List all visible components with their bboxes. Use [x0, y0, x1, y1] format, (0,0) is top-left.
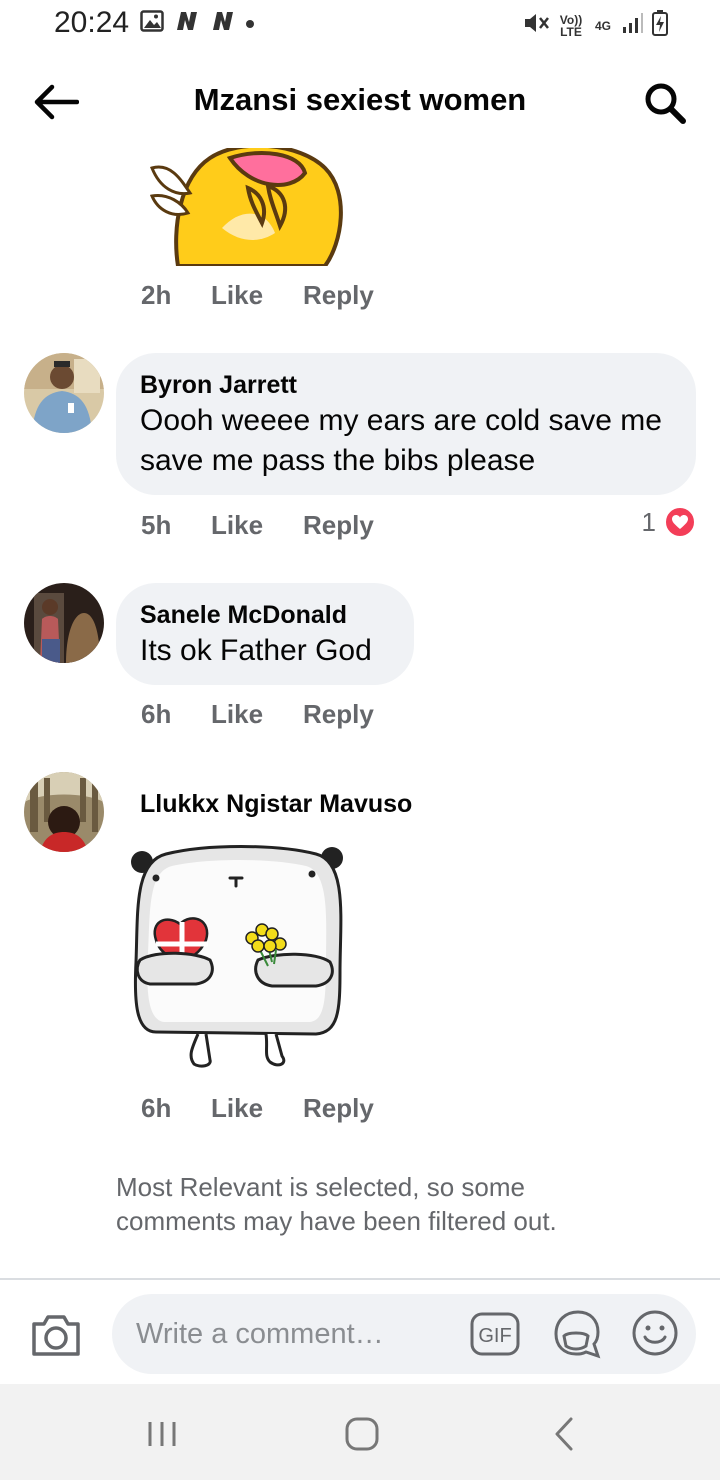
avatar[interactable] — [24, 772, 104, 852]
volte-indicator: Vo)) LTE — [559, 12, 583, 39]
comment-input[interactable] — [136, 1312, 466, 1356]
comment-time: 5h — [141, 510, 172, 540]
network-type-indicator: 4G — [594, 18, 611, 33]
comment-bubble[interactable]: Sanele McDonald Its ok Father God — [116, 583, 414, 685]
sticker-image[interactable] — [150, 148, 350, 266]
gif-button[interactable]: GIF — [470, 1312, 520, 1356]
reply-button[interactable]: Reply — [303, 699, 374, 730]
comment-text: Oooh weeee my ears are cold save me save… — [140, 404, 662, 477]
like-button[interactable]: Like — [211, 510, 303, 541]
comment-author[interactable]: Llukkx Ngistar Mavuso — [140, 788, 412, 820]
comment-time: 6h — [141, 1093, 172, 1123]
comment-input-container: GIF — [112, 1294, 696, 1374]
reply-button[interactable]: Reply — [303, 280, 374, 311]
reaction-count: 1 — [641, 506, 656, 537]
sticker-icon — [554, 1310, 601, 1359]
chevron-left-icon — [555, 1417, 573, 1451]
user-avatar-image — [24, 583, 104, 663]
gif-icon: GIF — [470, 1312, 520, 1356]
reply-button[interactable]: Reply — [303, 1093, 374, 1124]
comment-composer: GIF — [0, 1278, 720, 1384]
search-button[interactable] — [640, 78, 690, 128]
reaction-summary[interactable]: 1 — [642, 506, 696, 538]
like-button[interactable]: Like — [211, 699, 303, 730]
system-back-button[interactable] — [540, 1414, 588, 1454]
sticker-image[interactable] — [126, 842, 348, 1076]
comment-time: 6h — [141, 699, 172, 729]
comment-text: Its ok Father God — [140, 634, 372, 667]
comment-author[interactable]: Byron Jarrett — [140, 369, 672, 401]
user-avatar-image — [24, 353, 104, 433]
gallery-notification-icon — [140, 10, 164, 37]
app-n-notification-icon — [174, 10, 200, 37]
filter-notice: Most Relevant is selected, so some comme… — [116, 1172, 557, 1236]
emoji-icon — [632, 1310, 678, 1356]
system-navigation-bar — [0, 1384, 720, 1480]
gif-label: GIF — [478, 1325, 511, 1347]
more-notifications-dot-icon — [246, 19, 254, 28]
emoji-button[interactable] — [630, 1308, 680, 1358]
comment-actions: 6h Like Reply — [141, 1093, 374, 1124]
comment-actions: 6h Like Reply — [141, 699, 374, 730]
page-title: Mzansi sexiest women — [193, 82, 527, 117]
status-time: 20:24 — [54, 6, 130, 39]
signal-strength-icon — [622, 12, 644, 39]
battery-charging-icon — [652, 10, 668, 41]
home-icon — [345, 1417, 379, 1451]
avatar[interactable] — [24, 583, 104, 663]
avatar[interactable] — [24, 353, 104, 433]
comment-actions: 5h Like Reply — [141, 510, 374, 541]
camera-icon — [32, 1315, 80, 1356]
bear-with-flowers-sticker-icon — [131, 845, 343, 1068]
home-button[interactable] — [338, 1414, 386, 1454]
status-bar: 20:24 Vo)) LTE 4G — [0, 0, 720, 52]
like-button[interactable]: Like — [211, 280, 303, 311]
recent-apps-button[interactable] — [138, 1414, 186, 1454]
search-icon — [645, 83, 686, 124]
user-avatar-image — [24, 772, 104, 852]
recent-apps-icon — [148, 1422, 176, 1446]
comment-bubble[interactable]: Byron Jarrett Oooh weeee my ears are col… — [116, 353, 696, 495]
mute-icon — [522, 10, 550, 41]
reply-button[interactable]: Reply — [303, 510, 374, 541]
love-reaction-icon — [664, 506, 696, 538]
camera-button[interactable] — [30, 1312, 82, 1358]
bird-sticker-icon — [150, 148, 343, 266]
comments-list: 2h Like Reply Byron Jarrett Oooh weeee m… — [0, 148, 720, 1278]
app-header: Mzansi sexiest women — [0, 60, 720, 144]
app-n-notification-icon — [210, 10, 236, 37]
comment-author[interactable]: Sanele McDonald — [140, 599, 390, 631]
like-button[interactable]: Like — [211, 1093, 303, 1124]
sticker-button[interactable] — [550, 1308, 602, 1360]
comment-time: 2h — [141, 280, 172, 310]
comment-actions: 2h Like Reply — [141, 280, 374, 311]
